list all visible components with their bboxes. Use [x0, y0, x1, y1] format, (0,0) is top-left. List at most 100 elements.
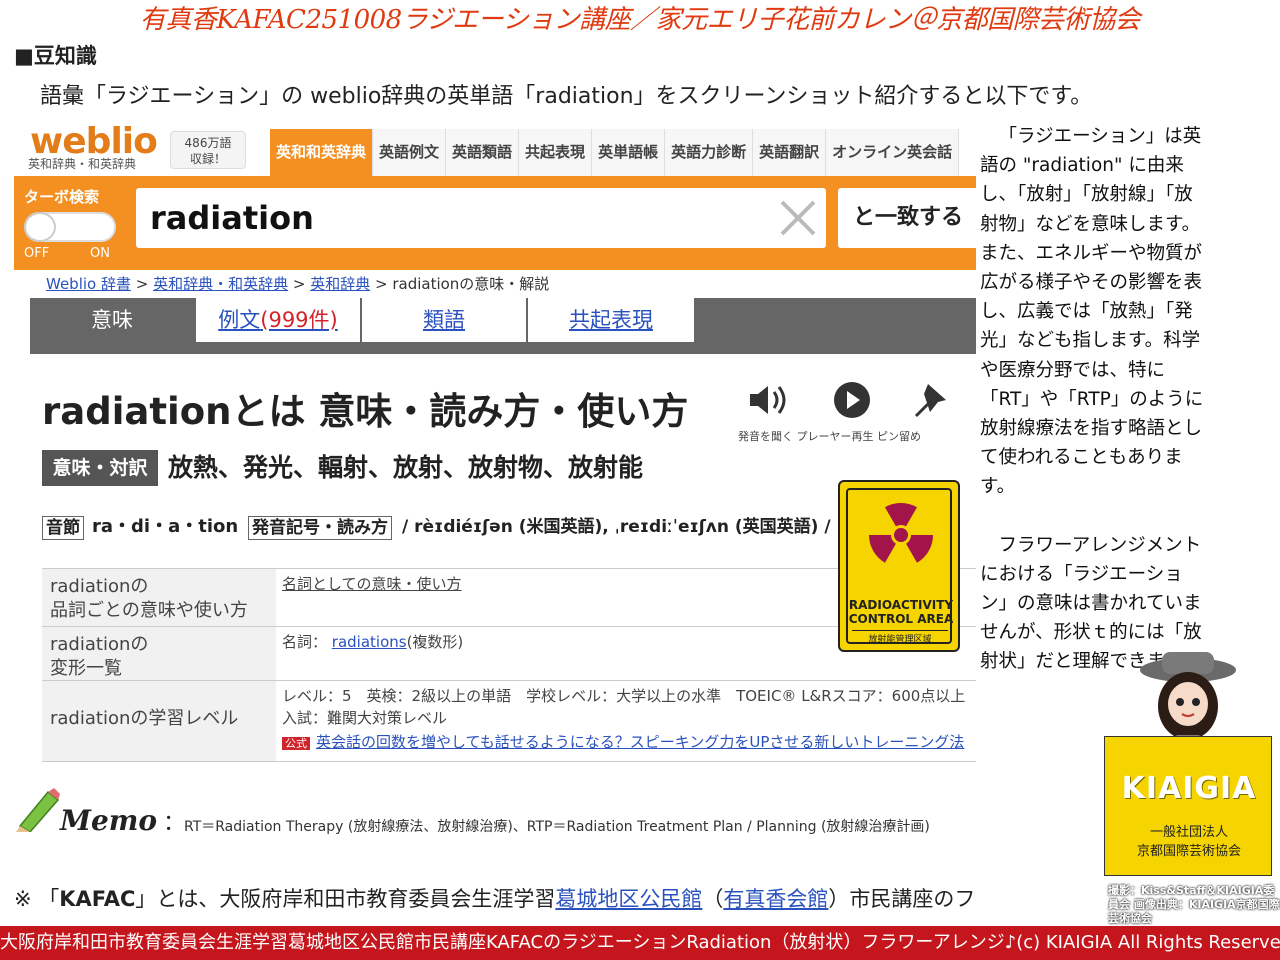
speaker-icon[interactable] — [746, 380, 794, 420]
level-value: レベル：5 英検：2級以上の単語 学校レベル：大学以上の水準 TOEIC® L&… — [282, 685, 965, 755]
breadcrumb-ej[interactable]: 英和辞典 — [310, 275, 370, 293]
word-count-badge: 486万語 収録！ — [170, 131, 246, 169]
slide: 有真香KAFAC251008ラジエーション講座／家元エリ子花前カレン＠京都国際芸… — [0, 0, 1280, 960]
tab-examples[interactable]: 英語例文 — [373, 129, 447, 176]
kiaigia-badge: KIAIGIA 一般社団法人 京都国際芸術協会 — [1104, 736, 1272, 876]
tab-diagnosis[interactable]: 英語力診断 — [665, 129, 754, 176]
sign-frame: RADIOACTIVITY CONTROL AREA 放射能管理区域 — [846, 488, 954, 645]
search-value[interactable]: radiation — [150, 194, 314, 242]
official-badge: 公式 — [282, 737, 310, 750]
promo-link[interactable]: 英会話の回数を増やしても話せるようになる？スピーキング力をUPさせる新しいトレー… — [316, 733, 964, 751]
footer-banner: 大阪府岸和田市教育委員会生涯学習葛城地区公民館市民講座KAFACのラジエーション… — [0, 926, 1280, 960]
syllable-tag: 音節 — [42, 516, 84, 540]
word-count: 486万語 — [184, 136, 232, 150]
inflection-suffix: (複数形) — [406, 633, 464, 651]
promo-line: 公式 英会話の回数を増やしても話せるようになる？スピーキング力をUPさせる新しいト… — [282, 731, 965, 755]
tab-meaning[interactable]: 意味 — [30, 298, 194, 342]
footnote: ※ 「KAFAC」とは、大阪府岸和田市教育委員会生涯学習葛城地区公民館（有真香会… — [14, 884, 975, 914]
memo-label: Memo： — [60, 804, 185, 837]
tab-example-sentences[interactable]: 例文(999件) — [196, 298, 360, 342]
meanings-text: 放熱、発光、輻射、放射、放射物、放射能 — [168, 453, 644, 482]
radiation-trefoil-icon — [867, 501, 935, 569]
info-table: radiationの 品詞ごとの意味や使い方 名詞としての意味・使い方 radi… — [42, 568, 976, 762]
word-count-caption: 収録！ — [189, 152, 226, 166]
usage-link[interactable]: 名詞としての意味・使い方 — [282, 573, 462, 595]
memo-word: Memo — [60, 804, 158, 837]
kiaigia-title: KIAIGIA — [1121, 771, 1257, 806]
intro-text: 語彙「ラジエーション」の weblio辞典の英単語「radiation」をスクリ… — [40, 84, 1093, 109]
photo-credit: 撮影：Kiss&Staff＆KIAIGIA委員会 画像出典：KIAIGIA京都国… — [1108, 884, 1280, 925]
toggle-off-label: OFF — [24, 246, 50, 261]
pronunciation: / rèɪdiéɪʃən (米国英語), ˌreɪdiːˈeɪʃʌn (英国英語… — [402, 517, 831, 537]
radiation-sign: RADIOACTIVITY CONTROL AREA 放射能管理区域 — [838, 480, 960, 652]
tab-co-occurrence[interactable]: 共起表現 — [528, 298, 694, 342]
row-header: radiationの学習レベル — [42, 681, 276, 761]
row-header: radiationの 品詞ごとの意味や使い方 — [42, 569, 276, 626]
page-title: 有真香KAFAC251008ラジエーション講座／家元エリ子花前カレン＠京都国際芸… — [139, 5, 1141, 35]
sign-english: RADIOACTIVITY CONTROL AREA — [848, 598, 954, 626]
breadcrumb-sep: > — [130, 275, 154, 293]
sign-japanese: 放射能管理区域 — [852, 630, 948, 645]
table-row: radiationの 変形一覧 名詞： radiations(複数形) — [42, 626, 976, 680]
note-mid: 」とは、大阪府岸和田市教育委員会生涯学習 — [135, 887, 556, 911]
note-tail: ）市民講座のフ — [828, 887, 976, 911]
pencil-icon — [16, 788, 60, 832]
exam-line: 入試：難関大対策レベル — [282, 709, 448, 727]
clear-icon[interactable] — [778, 198, 818, 238]
trivia-heading: ■豆知識 — [14, 44, 97, 68]
level-line: レベル：5 英検：2級以上の単語 学校レベル：大学以上の水準 TOEIC® L&… — [282, 687, 966, 705]
search-input[interactable]: radiation — [136, 188, 826, 248]
tab-dictionary[interactable]: 英和和英辞典 — [270, 129, 374, 176]
search-bar: ターボ検索 OFF ON radiation と一致する — [14, 176, 976, 270]
breadcrumb-weblio[interactable]: Weblio 辞書 — [46, 275, 131, 293]
turbo-toggle[interactable] — [24, 212, 116, 242]
tab-related-words[interactable]: 類語 — [362, 298, 526, 342]
meaning-tag: 意味・対訳 — [42, 450, 158, 486]
tab-example-label[interactable]: 例文 — [218, 308, 260, 332]
weblio-screenshot: weblio 英和辞典・和英辞典 486万語 収録！ 英和和英辞典 英語例文 英… — [14, 122, 976, 764]
tab-online-conversation[interactable]: オンライン英会話 — [826, 129, 960, 176]
tab-wordbook[interactable]: 英単語帳 — [592, 129, 666, 176]
entry-actions: 発音を聞く プレーヤー再生 ピン留め — [738, 380, 976, 444]
weblio-tabs: 英和和英辞典 英語例文 英語類語 共起表現 英単語帳 英語力診断 英語翻訳 オン… — [270, 129, 960, 176]
play-icon[interactable] — [828, 380, 876, 420]
note-bold: KAFAC — [59, 887, 136, 911]
plural-link[interactable]: radiations — [332, 633, 407, 651]
note-paren: （ — [702, 887, 724, 911]
weblio-logo-subtitle: 英和辞典・和英辞典 — [28, 157, 137, 171]
breadcrumb-current: > radiationの意味・解説 — [370, 275, 550, 293]
kiaigia-line-2: 京都国際芸術協会 — [1136, 844, 1241, 859]
note-prefix: ※ 「 — [14, 887, 60, 911]
weblio-logo[interactable]: weblio — [30, 124, 158, 160]
tab-translation[interactable]: 英語翻訳 — [753, 129, 827, 176]
side-paragraph-1: 「ラジエーション」は英語の "radiation" に由来し、「放射」「放射線」… — [980, 126, 1204, 498]
memo-colon: ： — [163, 811, 186, 836]
link-umaka-hall[interactable]: 有真香会館 — [723, 887, 828, 911]
table-row: radiationの学習レベル レベル：5 英検：2級以上の単語 学校レベル：大… — [42, 680, 976, 762]
weblio-header: weblio 英和辞典・和英辞典 486万語 収録！ 英和和英辞典 英語例文 英… — [14, 122, 976, 176]
side-explanation: 「ラジエーション」は英語の "radiation" に由来し、「放射」「放射線」… — [980, 122, 1210, 677]
breadcrumb-dictionary[interactable]: 英和辞典・和英辞典 — [153, 275, 288, 293]
tab-collocations[interactable]: 共起表現 — [519, 129, 593, 176]
row-header: radiationの 変形一覧 — [42, 627, 276, 680]
link-katsuragi-hall[interactable]: 葛城地区公民館 — [555, 887, 702, 911]
syllables: ra・di・a・tion — [92, 516, 239, 537]
table-row: radiationの 品詞ごとの意味や使い方 名詞としての意味・使い方 — [42, 568, 976, 626]
pin-icon[interactable] — [908, 380, 956, 420]
inflection-prefix: 名詞： — [282, 633, 332, 651]
inflection-value: 名詞： radiations(複数形) — [282, 631, 463, 653]
actions-caption: 発音を聞く プレーヤー再生 ピン留め — [738, 430, 921, 443]
memo-text: RT＝Radiation Therapy (放射線療法、放射線治療)、RTP＝R… — [184, 819, 930, 835]
pronunciation-tag: 発音記号・読み方 — [248, 516, 392, 540]
breadcrumb-sep: > — [288, 275, 311, 293]
entry-heading: radiationとは 意味・読み方・使い方 — [42, 390, 689, 433]
toggle-knob[interactable] — [24, 212, 56, 242]
match-mode-button[interactable]: と一致する — [838, 188, 976, 248]
turbo-search-label: ターボ検索 — [24, 188, 100, 206]
tab-example-count: (999件) — [260, 308, 338, 332]
content-tabs: 意味 例文(999件) 類語 共起表現 — [30, 298, 976, 354]
breadcrumb: Weblio 辞書 > 英和辞典・和英辞典 > 英和辞典 > radiation… — [46, 274, 549, 294]
kiaigia-line-1: 一般社団法人 — [1149, 825, 1228, 840]
tab-synonyms[interactable]: 英語類語 — [446, 129, 520, 176]
toggle-on-label: ON — [90, 246, 110, 261]
